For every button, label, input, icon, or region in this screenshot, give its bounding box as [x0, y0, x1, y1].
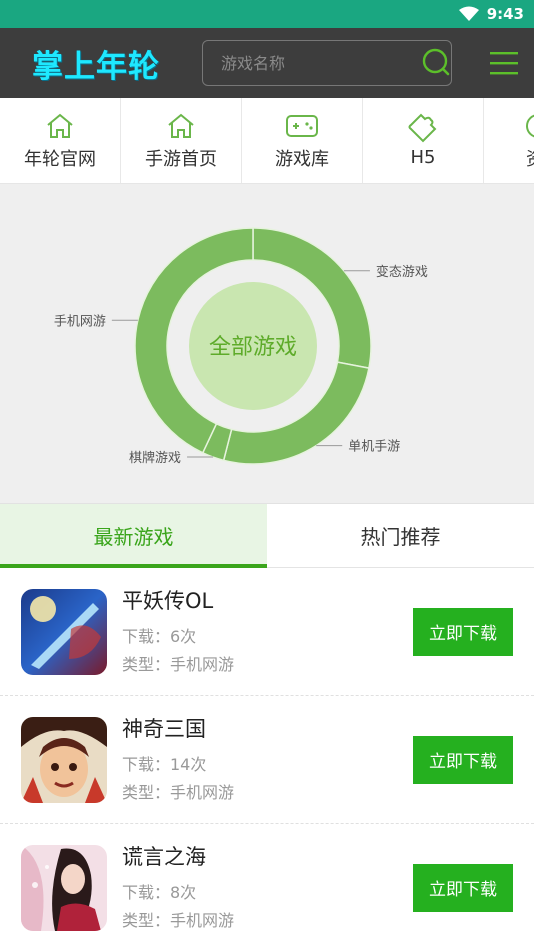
list-item[interactable]: 谎言之海 下载：8次 类型：手机网游 立即下载: [0, 824, 534, 949]
nav-label: 年轮官网: [24, 148, 96, 170]
nav-label: H5: [410, 147, 436, 168]
list-item[interactable]: 平妖传OL 下载：6次 类型：手机网游 立即下载: [0, 568, 534, 696]
donut-chart: 变态游戏单机手游棋牌游戏 手机网游全部游戏: [54, 227, 428, 466]
search-input[interactable]: [221, 53, 421, 73]
game-downloads: 下载：6次: [122, 626, 197, 646]
game-icon-shenqisanguo[interactable]: [21, 716, 107, 803]
search-box[interactable]: [202, 40, 452, 86]
tab-latest-games[interactable]: 最新游戏: [0, 504, 267, 568]
search-icon[interactable]: [421, 48, 451, 78]
tab-bar: 最新游戏 热门推荐: [0, 504, 534, 568]
home-icon: [45, 111, 75, 141]
slice-label: 单机手游: [348, 440, 400, 455]
nav-item-game-library[interactable]: 游戏库: [242, 98, 363, 183]
nav-label: 游戏库: [275, 148, 329, 170]
nav-label: 手游首页: [145, 148, 217, 170]
game-list: 平妖传OL 下载：6次 类型：手机网游 立即下载 神奇三国 下载：14次 类型：…: [0, 568, 534, 949]
nav-label: 资: [526, 145, 534, 171]
download-button[interactable]: 立即下载: [413, 607, 513, 656]
game-info: 平妖传OL 下载：6次 类型：手机网游: [122, 585, 413, 679]
game-type: 类型：手机网游: [122, 910, 235, 930]
game-name: 平妖传OL: [122, 588, 214, 613]
more-icon: [526, 111, 534, 141]
status-time: 9:43: [486, 5, 524, 23]
game-info: 神奇三国 下载：14次 类型：手机网游: [122, 713, 413, 807]
game-name: 神奇三国: [122, 716, 206, 741]
status-bar: 9:43: [0, 0, 534, 28]
donut-center-label: 全部游戏: [209, 335, 297, 360]
download-button[interactable]: 立即下载: [413, 735, 513, 784]
slice-label: 手机网游: [54, 314, 106, 329]
download-button[interactable]: 立即下载: [413, 863, 513, 912]
game-icon-huangyanzhihai[interactable]: [21, 844, 107, 931]
app-header: 掌上年轮: [0, 28, 534, 98]
slice-label: 变态游戏: [376, 264, 428, 280]
slice-label: 棋牌游戏: [129, 450, 181, 466]
game-type: 类型：手机网游: [122, 782, 235, 802]
game-downloads: 下载：8次: [122, 882, 197, 902]
tab-hot-recommend[interactable]: 热门推荐: [267, 504, 534, 567]
app-logo[interactable]: 掌上年轮: [32, 41, 202, 86]
nav-item-h5[interactable]: H5: [363, 98, 484, 183]
nav-bar: 年轮官网 手游首页 游戏库 H5 资: [0, 98, 534, 184]
game-category-chart: 变态游戏单机手游棋牌游戏 手机网游全部游戏: [0, 184, 534, 504]
menu-icon[interactable]: [488, 47, 520, 79]
gamepad-icon: [285, 111, 319, 141]
game-icon-pingyaozhuan[interactable]: [21, 588, 107, 675]
nav-item-mobile-home[interactable]: 手游首页: [121, 98, 242, 183]
game-info: 谎言之海 下载：8次 类型：手机网游: [122, 841, 413, 935]
nav-item-official-site[interactable]: 年轮官网: [0, 98, 121, 183]
game-name: 谎言之海: [122, 844, 206, 869]
game-type: 类型：手机网游: [122, 654, 235, 674]
puzzle-icon: [407, 113, 439, 143]
nav-item-more[interactable]: 资: [484, 98, 534, 183]
wifi-icon: [458, 6, 479, 22]
home-icon: [166, 111, 196, 141]
list-item[interactable]: 神奇三国 下载：14次 类型：手机网游 立即下载: [0, 696, 534, 824]
game-downloads: 下载：14次: [122, 754, 207, 774]
